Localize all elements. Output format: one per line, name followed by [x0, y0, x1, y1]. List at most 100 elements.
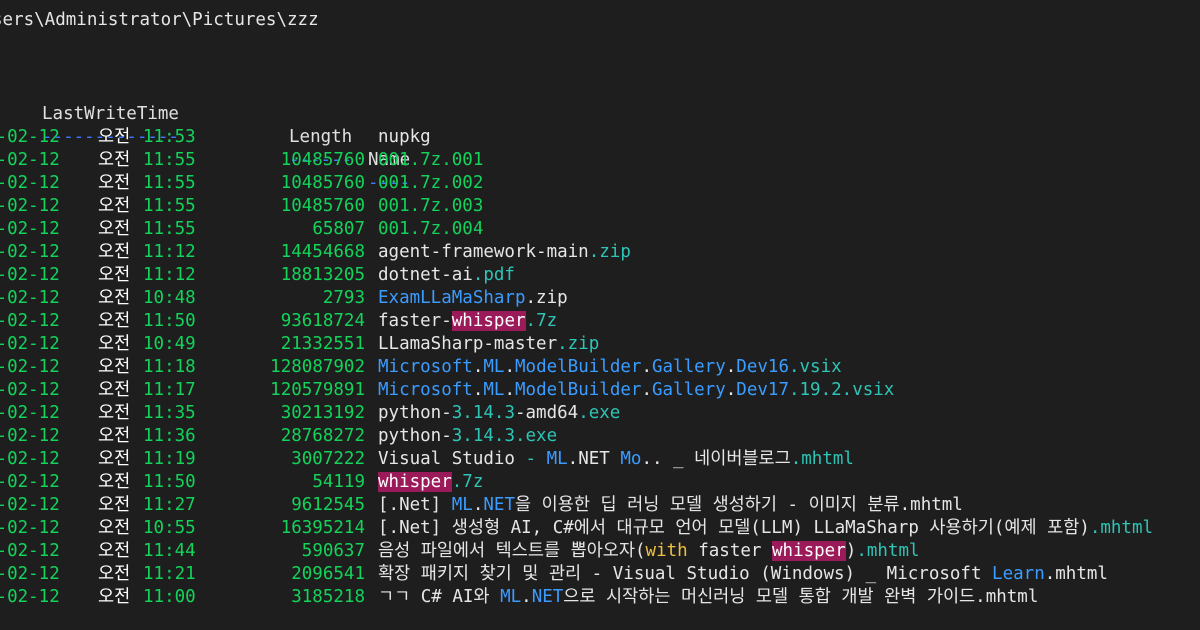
file-name-segment: 확장 패키지 찾기 및 관리 - Visual Studio (Windows)… — [378, 564, 993, 584]
list-item: 5-02-12 오전 11:00 3185218 ㄱㄱ C# AI와 ML.NET으로 … — [0, 586, 1200, 609]
file-name-segment: . — [504, 357, 515, 377]
file-name-segment: Mo — [620, 449, 642, 469]
file-length: 2793 — [322, 288, 365, 308]
file-time: 11:55 — [143, 173, 196, 193]
file-ampm: 오전 — [98, 518, 131, 538]
file-length: 10485760 — [280, 196, 365, 216]
list-item: 5-02-12 오전 11:21 2096541 확장 패키지 찾기 및 관리 - Vi… — [0, 563, 1200, 586]
file-name: 001.7z.004 — [378, 218, 483, 241]
file-name-segment: python- — [378, 426, 452, 446]
list-item: 5-02-12 오전 11:55 10485760 001.7z.001 — [0, 149, 1200, 172]
file-name: 001.7z.001 — [378, 149, 483, 172]
file-name-segment: 음성 파일에서 텍스트를 뽑아오자( — [378, 541, 646, 561]
file-ampm: 오전 — [98, 357, 131, 377]
file-name-segment: whisper — [451, 311, 526, 331]
column-headers: LastWriteTime Length Name — [0, 80, 1200, 170]
file-name-segment: .. _ 네이버블로그 — [641, 449, 791, 469]
list-item: 5-02-12 오전 10:49 21332551 LLamaSharp-master.… — [0, 333, 1200, 356]
file-name-segment: -amd64 — [514, 403, 579, 423]
file-name-segment: .mhtml — [856, 541, 920, 561]
file-length: 93618724 — [280, 311, 365, 331]
file-name-segment: . — [725, 380, 737, 400]
file-name-segment: whisper — [378, 472, 452, 492]
file-date: 5-02-12 — [0, 380, 60, 400]
file-name: 음성 파일에서 텍스트를 뽑아오자(with faster whisper).m… — [378, 540, 920, 563]
list-item: 5-02-12 오전 11:44 590637 음성 파일에서 텍스트를 뽑아오자(wi… — [0, 540, 1200, 563]
file-time: 11:12 — [143, 242, 196, 262]
file-ampm: 오전 — [98, 334, 131, 354]
file-name-segment: .exe — [514, 426, 558, 446]
file-date: 5-02-12 — [0, 150, 60, 170]
file-name-segment: .mhtml — [790, 449, 854, 469]
file-name-segment: [.Net] — [378, 495, 452, 515]
file-time: 11:35 — [143, 403, 196, 423]
file-date: 5-02-12 — [0, 334, 60, 354]
file-name-segment: ML — [451, 495, 473, 515]
file-name: Visual Studio - ML.NET Mo.. _ 네이버블로그.mht… — [378, 448, 854, 471]
list-item: 5-02-12오전11:17120579891Microsoft.ML.Mode… — [0, 379, 1200, 402]
file-name-segment: . — [504, 380, 515, 400]
file-name-segment: nupkg — [378, 127, 431, 147]
file-name-segment: ModelBuilder — [515, 380, 642, 400]
list-item: 5-02-12 오전 11:55 10485760 001.7z.003 — [0, 195, 1200, 218]
file-name-segment: - — [525, 449, 547, 469]
file-name-segment: faster- — [378, 311, 452, 331]
file-ampm: 오전 — [98, 173, 131, 193]
file-time: 11:27 — [143, 495, 196, 515]
file-date: 5-02-12 — [0, 541, 60, 561]
list-item: 5-02-12 오전 10:55 16395214 [.Net] 생성형 AI, C#에… — [0, 517, 1200, 540]
file-name-segment: Learn — [992, 564, 1045, 584]
file-time: 10:48 — [143, 288, 196, 308]
file-length: 18813205 — [280, 265, 365, 285]
file-name-segment: .7z — [451, 472, 484, 492]
file-name-segment: ML — [483, 380, 505, 400]
file-name-segment: .mhtml — [975, 587, 1039, 607]
list-item: 5-02-12 오전 11:27 9612545 [.Net] ML.NET을 이용한 … — [0, 494, 1200, 517]
file-ampm: 오전 — [98, 426, 131, 446]
file-name: python-3.14.3.exe — [378, 425, 557, 448]
file-ampm: 오전 — [98, 495, 131, 515]
file-ampm: 오전 — [98, 380, 131, 400]
file-ampm: 오전 — [98, 311, 131, 331]
file-ampm: 오전 — [98, 472, 131, 492]
file-date: 5-02-12 — [0, 426, 60, 446]
file-length: 128087902 — [270, 357, 365, 377]
file-ampm: 오전 — [98, 150, 131, 170]
file-time: 10:49 — [143, 334, 196, 354]
file-length: 2096541 — [291, 564, 365, 584]
list-item: 5-02-12 오전 11:53 nupkg — [0, 126, 1200, 149]
file-date: 5-02-12 — [0, 403, 60, 423]
file-date: 5-02-12 — [0, 242, 60, 262]
file-length: 120579891 — [270, 380, 365, 400]
file-ampm: 오전 — [98, 403, 131, 423]
file-name-segment: ) — [845, 541, 857, 561]
file-length: 54119 — [312, 472, 365, 492]
file-name: python-3.14.3-amd64.exe — [378, 402, 620, 425]
file-name: ㄱㄱ C# AI와 ML.NET으로 시작하는 머신러닝 모델 통합 개발 완벽… — [378, 586, 1038, 609]
file-name-segment: 3.14.3 — [451, 426, 515, 446]
file-time: 11:00 — [143, 587, 196, 607]
file-name-segment: NET — [483, 495, 515, 515]
file-name-segment: 001.7z.003 — [378, 196, 484, 216]
file-name: 확장 패키지 찾기 및 관리 - Visual Studio (Windows)… — [378, 563, 1108, 586]
file-length: 28768272 — [280, 426, 365, 446]
file-name-segment: [.Net] 생성형 AI, C#에서 대규모 언어 모델(LLM) LLaMa… — [378, 518, 1090, 538]
file-name: 001.7z.002 — [378, 172, 483, 195]
file-length: 14454668 — [280, 242, 365, 262]
file-name: LLamaSharp-master.zip — [378, 333, 599, 356]
file-name-segment: ML — [546, 449, 568, 469]
file-name-segment: Gallery — [651, 357, 726, 377]
file-time: 11:18 — [143, 357, 196, 377]
file-name-segment: ModelBuilder — [515, 357, 642, 377]
file-ampm: 오전 — [98, 564, 131, 584]
file-date: 5-02-12 — [0, 196, 60, 216]
file-name-segment: ExamLLaMaSharp — [378, 288, 526, 308]
terminal-window[interactable]: sers\Administrator\Pictures\zzz LastWrit… — [0, 0, 1200, 630]
file-time: 11:55 — [143, 150, 196, 170]
file-name-segment: Visual Studio — [378, 449, 526, 469]
file-name-segment: .zip — [525, 288, 568, 308]
file-name-segment: .pdf — [472, 265, 515, 285]
file-date: 5-02-12 — [0, 587, 60, 607]
file-name-segment: .mhtml — [1089, 518, 1154, 538]
file-length: 10485760 — [280, 150, 365, 170]
